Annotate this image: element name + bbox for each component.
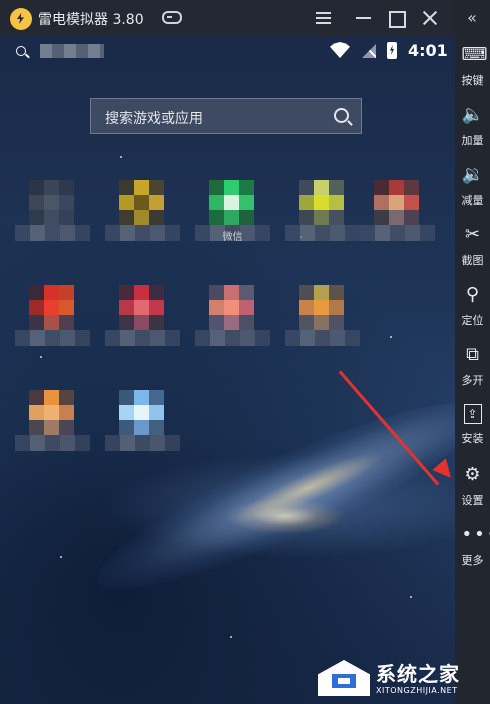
sidebar-item-label: 设置 — [461, 494, 484, 507]
sidebar-item-label: 定位 — [461, 314, 484, 327]
status-notification-blurred — [40, 44, 104, 58]
watermark: 系统之家 XITONGZHIJIA.NET — [318, 656, 488, 700]
app-label-blurred — [285, 330, 360, 346]
search-icon[interactable] — [334, 108, 349, 123]
location-pin-icon: ⚲ — [465, 284, 480, 305]
search-icon[interactable] — [16, 46, 26, 56]
app-icon-image — [29, 180, 74, 225]
volume-up-icon: 🔈 — [461, 104, 484, 125]
app-icon-image — [299, 180, 344, 225]
app-label-blurred — [15, 435, 90, 451]
right-toolbar: « ⌨ 按键 🔈 加量 🔉 减量 ✂ 截图 ⚲ 定位 ⧉ 多开 ⇪ 安装 ⚙ 设… — [455, 0, 490, 704]
menu-icon[interactable] — [312, 6, 336, 30]
multi-instance-icon: ⧉ — [466, 344, 479, 365]
close-icon[interactable] — [418, 6, 442, 30]
app-label-blurred — [15, 330, 90, 346]
app-icon-image — [29, 285, 74, 330]
lightning-logo-icon — [10, 8, 32, 30]
app-label-blurred — [105, 435, 180, 451]
app-label: 微信 — [222, 232, 243, 243]
app-icon[interactable] — [285, 285, 360, 347]
house-logo-icon — [318, 660, 370, 696]
sidebar-item-volume-down[interactable]: 🔉 减量 — [455, 164, 490, 222]
app-icon[interactable] — [105, 285, 180, 347]
app-icon[interactable] — [285, 180, 360, 242]
sidebar-item-volume-up[interactable]: 🔈 加量 — [455, 104, 490, 162]
app-search-bar[interactable]: 搜索游戏或应用 — [90, 98, 362, 134]
app-icon[interactable] — [15, 390, 90, 452]
sidebar-item-multi-instance[interactable]: ⧉ 多开 — [455, 344, 490, 402]
app-name: 雷电模拟器 — [38, 12, 108, 28]
app-icon[interactable] — [360, 180, 435, 242]
maximize-icon[interactable] — [384, 6, 408, 30]
sidebar-item-keys[interactable]: ⌨ 按键 — [455, 44, 490, 102]
app-icon-image — [374, 180, 419, 225]
app-label-blurred — [285, 225, 360, 241]
minimize-icon[interactable] — [352, 6, 376, 30]
app-icon[interactable] — [105, 390, 180, 452]
app-title: 雷电模拟器 3.80 — [38, 9, 144, 29]
sidebar-item-label: 更多 — [461, 554, 484, 567]
android-screen — [0, 36, 455, 704]
sidebar-item-more[interactable]: ••• 更多 — [455, 524, 490, 582]
app-label-blurred — [15, 225, 90, 241]
sidebar-item-label: 减量 — [461, 194, 484, 207]
app-label-blurred — [195, 330, 270, 346]
app-icon-image — [119, 285, 164, 330]
double-chevron-left-icon[interactable]: « — [461, 8, 483, 28]
app-label-blurred — [360, 225, 435, 241]
app-icon-image — [209, 180, 254, 225]
app-icon-image — [299, 285, 344, 330]
keyboard-icon: ⌨ — [461, 44, 488, 65]
app-version: 3.80 — [112, 12, 144, 28]
app-icon[interactable]: 微信 — [195, 180, 270, 243]
search-placeholder: 搜索游戏或应用 — [105, 111, 203, 127]
app-icon[interactable] — [15, 180, 90, 242]
sidebar-item-label: 多开 — [461, 374, 484, 387]
sidebar-item-settings[interactable]: ⚙ 设置 — [455, 464, 490, 522]
app-icon-image — [119, 180, 164, 225]
watermark-title: 系统之家 — [376, 662, 460, 686]
more-dots-icon: ••• — [461, 524, 490, 545]
scissors-icon: ✂ — [464, 224, 481, 245]
sidebar-item-install[interactable]: ⇪ 安装 — [455, 404, 490, 462]
app-icon-image — [29, 390, 74, 435]
volume-down-icon: 🔉 — [461, 164, 484, 185]
sidebar-item-label: 按键 — [461, 74, 484, 87]
app-label-blurred — [105, 225, 180, 241]
watermark-subtitle: XITONGZHIJIA.NET — [376, 686, 458, 695]
gear-icon: ⚙ — [464, 464, 481, 485]
app-label-blurred — [105, 330, 180, 346]
app-icon[interactable] — [105, 180, 180, 242]
app-icon[interactable] — [195, 285, 270, 347]
app-icon-image — [119, 390, 164, 435]
title-bar: 雷电模拟器 3.80 — [0, 0, 490, 36]
app-icon-image — [209, 285, 254, 330]
apk-install-icon: ⇪ — [463, 404, 482, 424]
sidebar-item-label: 安装 — [461, 432, 484, 445]
app-icon[interactable] — [15, 285, 90, 347]
sidebar-item-label: 截图 — [461, 254, 484, 267]
gamepad-icon[interactable] — [162, 11, 182, 24]
sidebar-item-screenshot[interactable]: ✂ 截图 — [455, 224, 490, 282]
battery-charging-icon — [387, 42, 397, 59]
sidebar-item-location[interactable]: ⚲ 定位 — [455, 284, 490, 342]
status-clock: 4:01 — [408, 41, 448, 60]
sidebar-item-label: 加量 — [461, 134, 484, 147]
